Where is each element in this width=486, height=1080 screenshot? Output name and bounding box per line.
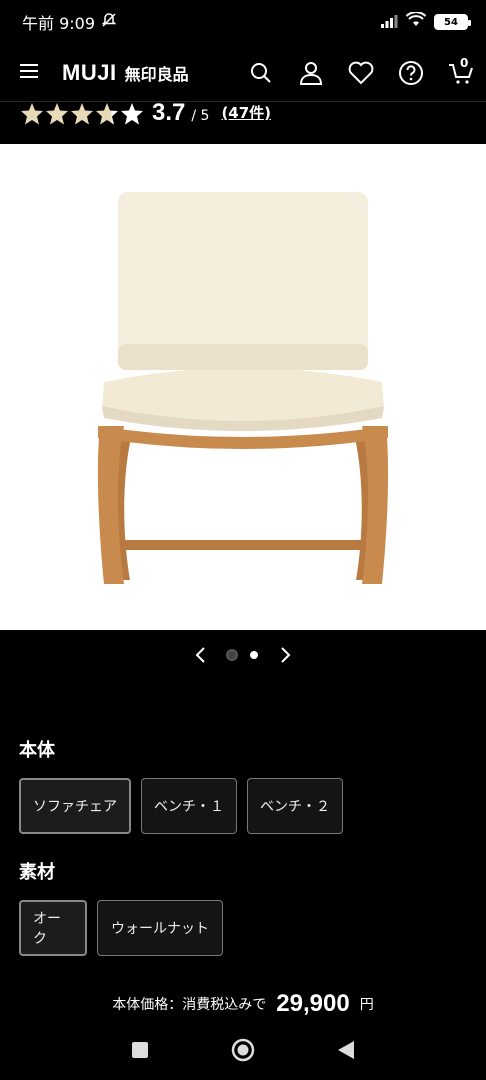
brand-name-jp: 無印良品	[124, 64, 189, 84]
favorite-icon[interactable]	[336, 44, 386, 102]
signal-icon	[380, 13, 398, 32]
status-time-group: 午前 9:09	[22, 10, 117, 34]
carousel-dot[interactable]	[228, 651, 236, 659]
material-option-label: 素材	[19, 862, 55, 883]
rating-score: 3.7	[152, 102, 186, 126]
price-label: 本体価格：消費税込みで	[112, 997, 267, 1013]
price-unit: 円	[359, 997, 374, 1013]
cart-count-badge: 0	[460, 55, 469, 70]
carousel-dots	[228, 651, 258, 659]
brand-name: MUJI	[62, 59, 117, 85]
option-walnut[interactable]: ウォールナット	[97, 900, 223, 956]
option-bench-2[interactable]: ベンチ・２	[247, 778, 343, 834]
wifi-icon	[405, 11, 427, 32]
search-icon[interactable]	[236, 44, 286, 102]
body-option-label: 本体	[19, 740, 55, 761]
star-icon	[95, 102, 119, 130]
header-icons: 0	[236, 44, 486, 102]
material-option-group: 素材 オーク ウォールナット	[19, 858, 223, 956]
battery-icon: 54	[434, 14, 471, 30]
price-row: 本体価格：消費税込みで 29,900 円	[0, 984, 486, 1024]
menu-icon[interactable]	[20, 63, 40, 83]
option-oak[interactable]: オーク	[19, 900, 87, 956]
home-icon[interactable]	[231, 1038, 255, 1066]
star-icon	[120, 102, 144, 130]
star-icon	[70, 102, 94, 130]
help-icon[interactable]	[386, 44, 436, 102]
brand-logo[interactable]: MUJI 無印良品	[62, 60, 189, 86]
account-icon[interactable]	[286, 44, 336, 102]
star-icon	[20, 102, 44, 130]
status-indicators: 54	[380, 11, 471, 32]
carousel-dot-active[interactable]	[250, 651, 258, 659]
body-option-group: 本体 ソファチェア ベンチ・１ ベンチ・２	[19, 736, 343, 834]
status-time: 午前 9:09	[22, 14, 96, 33]
system-navigation-bar	[0, 1024, 486, 1080]
image-carousel-controls	[0, 630, 486, 680]
material-options: オーク ウォールナット	[19, 900, 223, 956]
rating-total: / 5	[191, 108, 210, 124]
star-icon	[45, 102, 69, 130]
review-count-link[interactable]: (47件)	[221, 102, 271, 123]
star-rating	[20, 102, 144, 130]
chevron-right-icon[interactable]	[266, 635, 306, 675]
body-options: ソファチェア ベンチ・１ ベンチ・２	[19, 778, 343, 834]
option-sofa-chair[interactable]: ソファチェア	[19, 778, 131, 834]
status-bar: 午前 9:09 54	[0, 0, 486, 44]
recents-icon[interactable]	[131, 1041, 149, 1063]
cart-icon[interactable]: 0	[436, 44, 486, 102]
bell-off-icon	[101, 12, 117, 32]
back-icon[interactable]	[337, 1040, 355, 1064]
price-value: 29,900	[276, 990, 350, 1017]
option-bench-1[interactable]: ベンチ・１	[141, 778, 237, 834]
app-header: MUJI 無印良品 0	[0, 44, 486, 102]
rating-summary: 3.7 / 5 (47件)	[0, 102, 486, 144]
chevron-left-icon[interactable]	[180, 635, 220, 675]
product-image[interactable]	[0, 144, 486, 630]
